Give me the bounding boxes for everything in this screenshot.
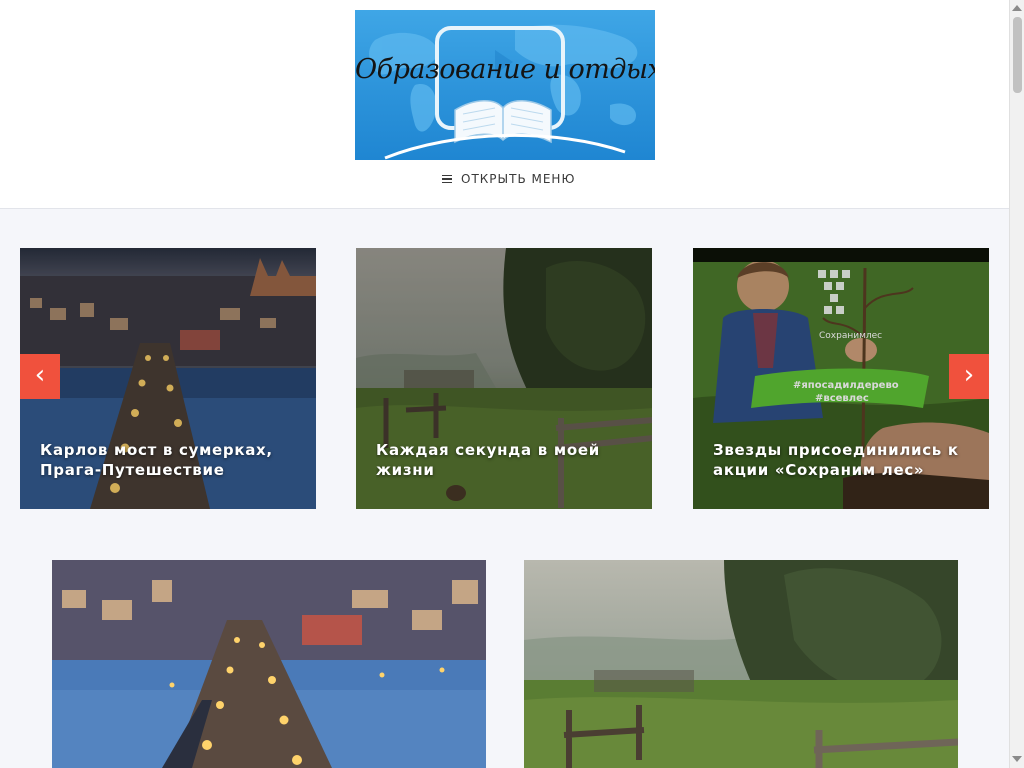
post-card-2[interactable] xyxy=(524,560,958,768)
slider-next-button[interactable]: › xyxy=(949,354,989,399)
scroll-down-arrow-icon[interactable] xyxy=(1012,756,1022,762)
scroll-up-arrow-icon[interactable] xyxy=(1012,5,1022,11)
page-scrollbar[interactable] xyxy=(1009,0,1024,768)
post-card-1-image xyxy=(52,560,486,768)
logo-graphic xyxy=(369,24,638,160)
chevron-right-icon: › xyxy=(963,360,975,390)
featured-slider: Карлов мост в сумерках, Прага-Путешестви… xyxy=(20,248,989,509)
open-menu-label: ОТКРЫТЬ МЕНЮ xyxy=(461,172,576,186)
slide-1[interactable]: Карлов мост в сумерках, Прага-Путешестви… xyxy=(20,248,316,509)
slider-prev-button[interactable]: ‹ xyxy=(20,354,60,399)
post-card-2-image xyxy=(524,560,958,768)
post-card-1[interactable] xyxy=(52,560,486,768)
logo-text: Образование и отдых xyxy=(355,54,655,85)
hamburger-icon xyxy=(442,174,452,184)
open-menu-button[interactable]: ОТКРЫТЬ МЕНЮ xyxy=(442,170,575,188)
slide-3[interactable]: Сохранимлес #япосадилдерево #всевлес Зве… xyxy=(693,248,989,509)
site-logo[interactable]: Образование и отдых xyxy=(355,10,655,160)
scrollbar-thumb[interactable] xyxy=(1013,17,1022,93)
chevron-left-icon: ‹ xyxy=(34,360,46,390)
slide-3-title[interactable]: Звезды присоединились к акции «Сохраним … xyxy=(713,440,969,480)
site-header: Образование и отдых ОТКРЫТЬ МЕНЮ xyxy=(0,0,1009,209)
page: Образование и отдых ОТКРЫТЬ МЕНЮ Карлов … xyxy=(0,0,1009,768)
slide-2[interactable]: Каждая секунда в моей жизни xyxy=(356,248,652,509)
slide-1-title[interactable]: Карлов мост в сумерках, Прага-Путешестви… xyxy=(40,440,296,480)
slide-2-title[interactable]: Каждая секунда в моей жизни xyxy=(376,440,632,480)
